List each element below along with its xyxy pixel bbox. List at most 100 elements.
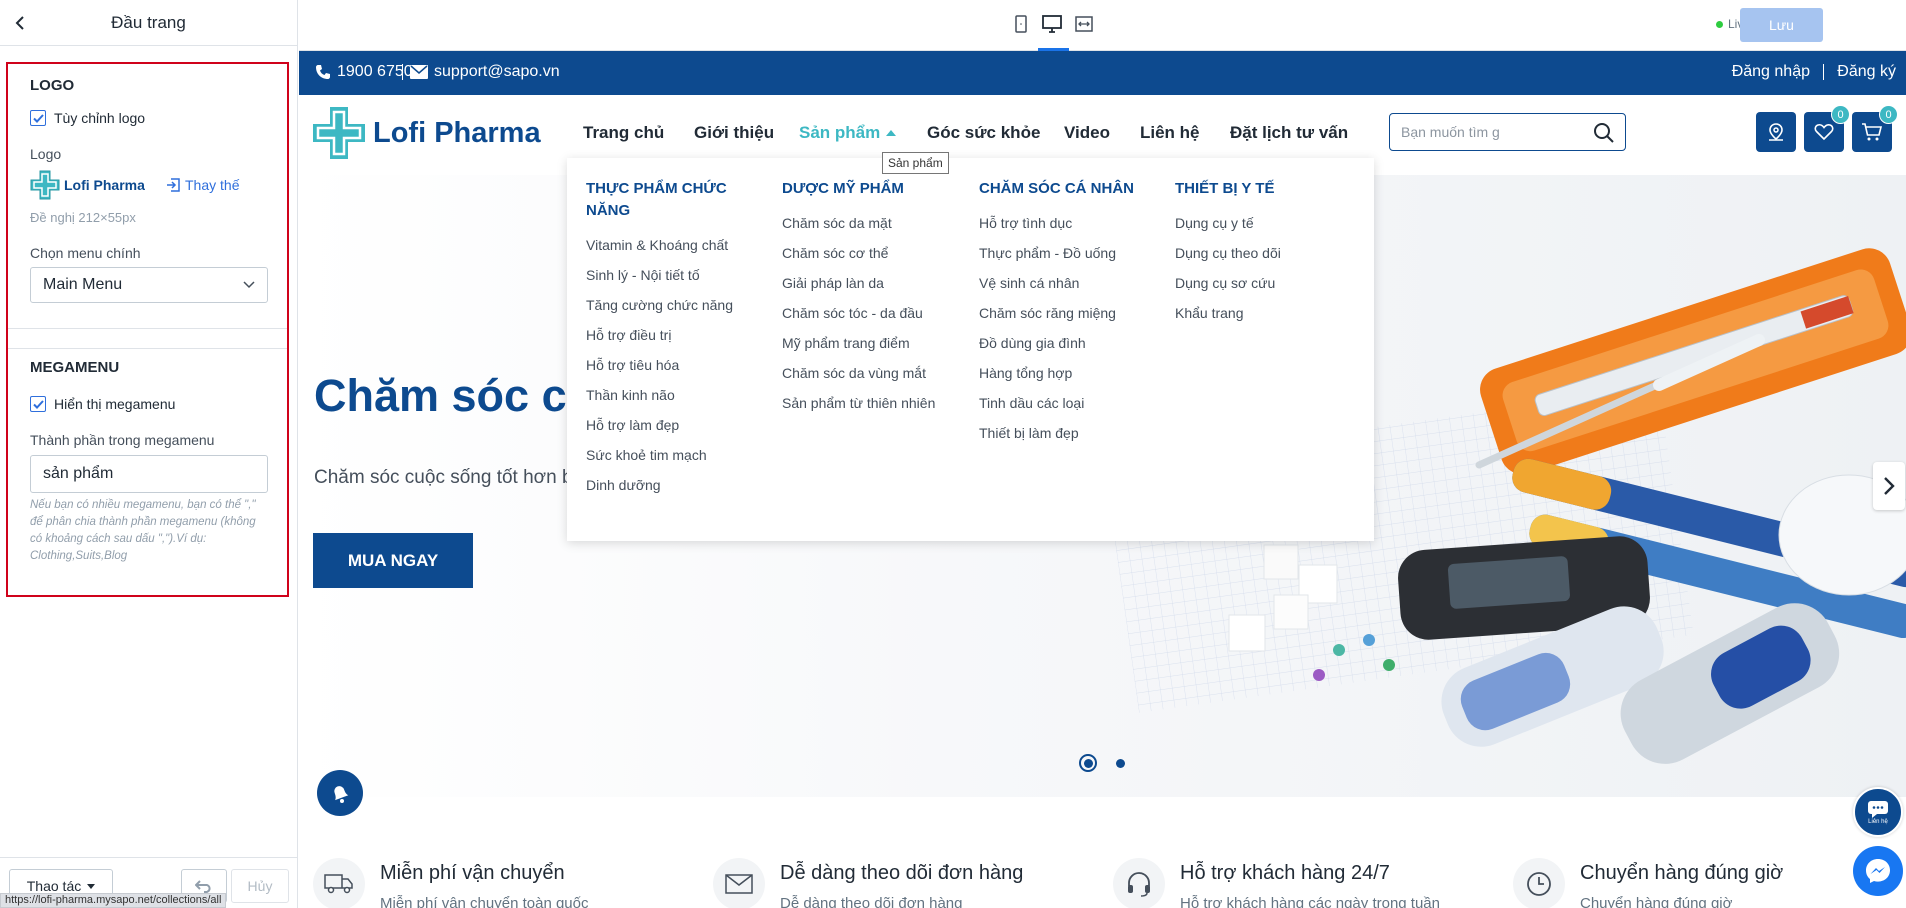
- save-button[interactable]: Lưu: [1740, 8, 1823, 42]
- show-megamenu-label: Hiển thị megamenu: [54, 396, 176, 412]
- feature-subtitle: Miễn phí vận chuyển toàn quốc: [380, 895, 589, 908]
- mega-item[interactable]: Chăm sóc da mặt: [782, 208, 962, 238]
- mobile-view-icon[interactable]: [1010, 12, 1032, 36]
- mega-item[interactable]: Mỹ phẩm trang điểm: [782, 328, 962, 358]
- slider-dot[interactable]: [1116, 759, 1125, 768]
- login-link[interactable]: Đăng nhập: [1732, 63, 1810, 81]
- mega-item[interactable]: Giải pháp làn da: [782, 268, 962, 298]
- divider: [1823, 64, 1824, 80]
- nav-booking[interactable]: Đặt lịch tư vấn: [1230, 123, 1348, 143]
- megamenu-components-input[interactable]: sản phẩm: [30, 455, 268, 493]
- mega-item[interactable]: Chăm sóc da vùng mắt: [782, 358, 962, 388]
- search-placeholder: Bạn muốn tìm g: [1401, 124, 1500, 140]
- divider: [402, 64, 403, 80]
- chevron-right-icon: [1884, 477, 1895, 495]
- mega-item[interactable]: Vệ sinh cá nhân: [979, 268, 1159, 298]
- phone-contact[interactable]: 1900 6750: [315, 63, 413, 81]
- megamenu-components-value: sản phẩm: [43, 465, 114, 482]
- mega-item[interactable]: Tăng cường chức năng: [586, 290, 766, 320]
- mega-item[interactable]: Đồ dùng gia đình: [979, 328, 1159, 358]
- mega-item[interactable]: Thiết bị làm đẹp: [979, 418, 1159, 448]
- main-menu-label: Chọn menu chính: [30, 245, 141, 261]
- email-contact[interactable]: support@sapo.vn: [410, 63, 560, 81]
- sidebar-title: Đầu trang: [111, 12, 186, 32]
- email-address: support@sapo.vn: [434, 63, 560, 80]
- mega-item[interactable]: Thần kinh não: [586, 380, 766, 410]
- back-chevron-icon[interactable]: [10, 12, 32, 34]
- wishlist-button[interactable]: 0: [1804, 105, 1850, 152]
- main-menu-select[interactable]: Main Menu: [30, 267, 268, 303]
- nav-about[interactable]: Giới thiệu: [694, 123, 774, 143]
- mega-item[interactable]: Sức khoẻ tim mạch: [586, 440, 766, 470]
- custom-logo-checkbox[interactable]: [30, 110, 46, 126]
- mega-item[interactable]: Sản phẩm từ thiên nhiên: [782, 388, 962, 418]
- mega-item[interactable]: Chăm sóc cơ thể: [782, 238, 962, 268]
- mega-item[interactable]: Hỗ trợ tình dục: [979, 208, 1159, 238]
- show-megamenu-checkbox-row[interactable]: Hiển thị megamenu: [30, 396, 175, 412]
- mega-item[interactable]: Dụng cụ y tế: [1175, 208, 1355, 238]
- mega-item[interactable]: Vitamin & Khoáng chất: [586, 230, 766, 260]
- mail-icon: [725, 874, 753, 894]
- mega-item[interactable]: Thực phẩm - Đồ uống: [979, 238, 1159, 268]
- mega-item[interactable]: Sinh lý - Nội tiết tố: [586, 260, 766, 290]
- buy-now-button[interactable]: MUA NGAY: [313, 533, 473, 588]
- slider-next-button[interactable]: [1873, 462, 1905, 510]
- desktop-view-icon[interactable]: [1041, 12, 1063, 36]
- mega-item[interactable]: Dinh dưỡng: [586, 470, 766, 500]
- mega-item[interactable]: Dụng cụ theo dõi: [1175, 238, 1355, 268]
- nav-video[interactable]: Video: [1064, 123, 1110, 143]
- custom-logo-checkbox-row[interactable]: Tùy chỉnh logo: [30, 110, 145, 126]
- live-dot: [1716, 20, 1723, 28]
- fullscreen-view-icon[interactable]: [1073, 12, 1095, 36]
- messenger-button[interactable]: [1853, 846, 1903, 896]
- search-icon[interactable]: [1593, 122, 1615, 144]
- feature-icon-wrap: [713, 858, 765, 908]
- mega-heading[interactable]: DƯỢC MỸ PHẨM: [782, 178, 962, 200]
- feature-free-shipping: Miễn phí vận chuyển Miễn phí vận chuyển …: [313, 858, 643, 908]
- mega-heading[interactable]: THỰC PHẨM CHỨC NĂNG: [586, 178, 766, 222]
- truck-icon: [324, 874, 353, 894]
- nav-contact[interactable]: Liên hệ: [1140, 123, 1200, 143]
- status-bar-url: https://lofi-pharma.mysapo.net/collectio…: [0, 893, 227, 908]
- mega-item[interactable]: Chăm sóc tóc - da đầu: [782, 298, 962, 328]
- mega-heading[interactable]: CHĂM SÓC CÁ NHÂN: [979, 178, 1159, 200]
- brand-logo[interactable]: Lofi Pharma: [311, 105, 541, 161]
- cart-button[interactable]: 0: [1852, 105, 1898, 152]
- pharma-cross-icon: [313, 107, 365, 159]
- mega-column-medical-equipment: THIẾT BỊ Y TẾ Dụng cụ y tế Dụng cụ theo …: [1175, 178, 1355, 328]
- mega-item[interactable]: Tinh dầu các loại: [979, 388, 1159, 418]
- brand-name: Lofi Pharma: [373, 116, 541, 149]
- search-box[interactable]: Bạn muốn tìm g: [1389, 113, 1626, 151]
- caret-up-icon: [886, 130, 897, 136]
- feature-icon-wrap: [313, 858, 365, 908]
- mega-item[interactable]: Dụng cụ sơ cứu: [1175, 268, 1355, 298]
- feature-icon-wrap: [1113, 858, 1165, 908]
- mega-item[interactable]: Hàng tổng hợp: [979, 358, 1159, 388]
- nav-products[interactable]: Sản phẩm: [799, 123, 897, 143]
- caret-down-icon: [87, 883, 96, 889]
- editor-topbar: Live Lưu: [299, 0, 1906, 51]
- cancel-button[interactable]: Hủy: [231, 869, 289, 903]
- mega-item[interactable]: Hỗ trợ điều trị: [586, 320, 766, 350]
- pharma-cross-icon: [30, 170, 60, 200]
- show-megamenu-checkbox[interactable]: [30, 396, 46, 412]
- mega-heading[interactable]: THIẾT BỊ Y TẾ: [1175, 178, 1355, 200]
- store-location-button[interactable]: [1756, 112, 1796, 152]
- mega-item[interactable]: Chăm sóc răng miệng: [979, 298, 1159, 328]
- slider-dot-active[interactable]: [1079, 754, 1097, 772]
- contact-widget-button[interactable]: Liên hệ: [1853, 787, 1903, 837]
- feature-title: Miễn phí vận chuyển: [380, 862, 565, 884]
- nav-health-corner[interactable]: Góc sức khỏe: [927, 123, 1040, 143]
- replace-logo-link[interactable]: Thay thế: [166, 177, 239, 193]
- nav-home[interactable]: Trang chủ: [583, 123, 664, 143]
- theme-editor-sidebar: Đầu trang LOGO Tùy chỉnh logo Logo Lofi …: [0, 0, 298, 908]
- feature-title: Hỗ trợ khách hàng 24/7: [1180, 862, 1390, 884]
- register-link[interactable]: Đăng ký: [1837, 63, 1896, 81]
- store-preview: 1900 6750 support@sapo.vn Đăng nhập Đăng…: [299, 51, 1906, 908]
- mega-item[interactable]: Hỗ trợ tiêu hóa: [586, 350, 766, 380]
- replace-icon: [167, 178, 180, 192]
- logo-size-suggestion: Đề nghị 212×55px: [30, 210, 136, 225]
- floating-chat-button[interactable]: [317, 770, 363, 816]
- mega-item[interactable]: Khẩu trang: [1175, 298, 1355, 328]
- mega-item[interactable]: Hỗ trợ làm đẹp: [586, 410, 766, 440]
